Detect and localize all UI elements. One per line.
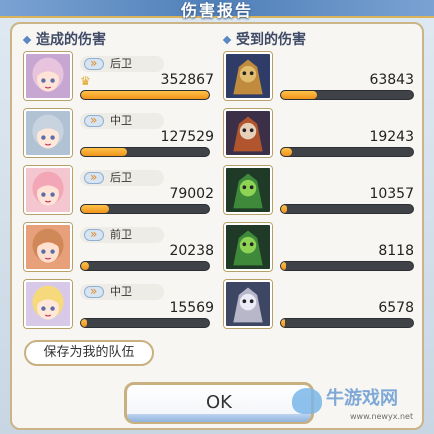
damage-bar-fill [81, 205, 110, 213]
enemy-avatar[interactable] [224, 109, 272, 157]
character-avatar[interactable] [24, 166, 72, 214]
enemy-avatar[interactable] [224, 280, 272, 328]
damage-bar [280, 204, 414, 214]
role-label: 后卫 [110, 57, 132, 70]
enemy-avatar[interactable] [224, 223, 272, 271]
role-badge: 后卫 [80, 169, 164, 186]
page-title: 伤害报告 [180, 1, 253, 20]
dealt-row: 前卫 20238 [24, 223, 214, 275]
role-label: 中卫 [110, 114, 132, 127]
fish-logo-icon [292, 388, 322, 414]
damage-bar [80, 147, 210, 157]
damage-value: 19243 [369, 129, 414, 145]
role-arrows-icon [84, 226, 104, 242]
damage-value: 6578 [378, 300, 414, 316]
character-avatar[interactable] [24, 109, 72, 157]
damage-value: 20238 [169, 243, 214, 259]
character-avatar[interactable] [24, 280, 72, 328]
received-row: 8118 [224, 223, 414, 275]
watermark: 牛游戏网 www.newyx.net [292, 384, 434, 434]
damage-bar [280, 261, 414, 271]
damage-bar-fill [81, 91, 209, 99]
character-avatar[interactable] [24, 223, 72, 271]
watermark-url: www.newyx.net [350, 412, 414, 421]
damage-value: 10357 [369, 186, 414, 202]
role-badge: 前卫 [80, 226, 164, 243]
damage-bar-fill [281, 262, 286, 270]
enemy-avatar[interactable] [224, 166, 272, 214]
received-row: 19243 [224, 109, 414, 161]
damage-bar [80, 90, 210, 100]
dealt-row: 中卫 127529 [24, 109, 214, 161]
watermark-text: 牛游戏网 [326, 388, 398, 409]
role-arrows-icon [84, 112, 104, 128]
damage-value: 352867 [160, 72, 214, 88]
damage-bar-fill [281, 91, 317, 99]
damage-value: 15569 [169, 300, 214, 316]
damage-report-screen: 伤害报告 造成的伤害 受到的伤害 后卫 ♛ 352867 中卫 127529 后卫 7900… [0, 0, 434, 434]
crown-icon: ♛ [80, 74, 91, 88]
damage-value: 8118 [378, 243, 414, 259]
ok-button-base [127, 414, 311, 422]
role-badge: 中卫 [80, 112, 164, 129]
role-arrows-icon [84, 55, 104, 71]
damage-bar-fill [281, 205, 287, 213]
role-arrows-icon [84, 169, 104, 185]
damage-bar-fill [281, 319, 285, 327]
enemy-avatar[interactable] [224, 52, 272, 100]
damage-value: 63843 [369, 72, 414, 88]
dealt-section-title: 造成的伤害 [22, 29, 106, 49]
title-bar: 伤害报告 [0, 0, 434, 20]
damage-bar [80, 261, 210, 271]
role-label: 中卫 [110, 285, 132, 298]
received-row: 63843 [224, 52, 414, 104]
received-section-title: 受到的伤害 [222, 29, 306, 49]
damage-bar-fill [81, 148, 128, 156]
damage-bar-fill [281, 148, 292, 156]
received-row: 10357 [224, 166, 414, 218]
damage-bar [280, 90, 414, 100]
damage-bar [280, 318, 414, 328]
role-badge: 中卫 [80, 283, 164, 300]
role-badge: 后卫 [80, 55, 164, 72]
character-avatar[interactable] [24, 52, 72, 100]
damage-bar [80, 204, 210, 214]
damage-bar-fill [81, 319, 87, 327]
role-arrows-icon [84, 283, 104, 299]
role-label: 后卫 [110, 171, 132, 184]
dealt-row: 中卫 15569 [24, 280, 214, 332]
report-panel: 造成的伤害 受到的伤害 后卫 ♛ 352867 中卫 127529 后卫 79002 前卫 20… [10, 22, 424, 430]
dealt-row: 后卫 79002 [24, 166, 214, 218]
diamond-bullet-icon [22, 35, 32, 45]
diamond-bullet-icon [222, 35, 232, 45]
ok-label: OK [206, 392, 232, 413]
damage-value: 79002 [169, 186, 214, 202]
damage-bar [80, 318, 210, 328]
damage-bar-fill [81, 262, 89, 270]
received-row: 6578 [224, 280, 414, 332]
damage-bar [280, 147, 414, 157]
role-label: 前卫 [110, 228, 132, 241]
ok-button[interactable]: OK [124, 382, 314, 424]
damage-value: 127529 [160, 129, 214, 145]
save-team-button[interactable]: 保存为我的队伍 [24, 340, 154, 366]
dealt-row: 后卫 ♛ 352867 [24, 52, 214, 104]
